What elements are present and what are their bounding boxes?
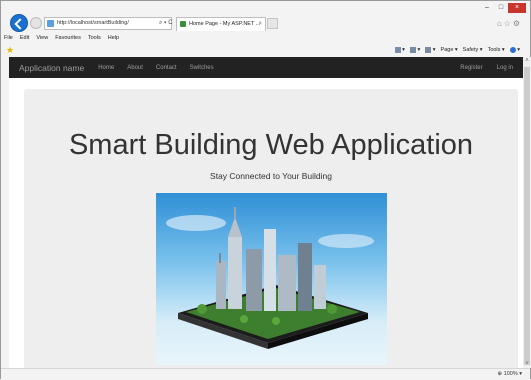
back-button[interactable]	[10, 14, 28, 32]
hero-title: Smart Building Web Application	[68, 129, 474, 161]
nav-home[interactable]: Home	[98, 65, 114, 71]
city-on-tablet-illustration	[166, 207, 374, 349]
nav-login[interactable]: Log in	[497, 65, 513, 71]
menu-favourites[interactable]: Favourites	[55, 35, 81, 44]
vertical-scrollbar[interactable]: ˄ ˅	[523, 57, 531, 368]
command-bar: ★ ▾ ▾ ▾ Page ▾ Safety ▾ Tools ▾ ▾	[1, 44, 530, 57]
help-command[interactable]: ▾	[509, 46, 520, 55]
nav-right: Register Log in	[446, 57, 513, 78]
status-bar: ⊕ 100% ▾	[1, 368, 530, 380]
address-bar[interactable]: http://localhost/smartBuilding/	[44, 17, 172, 30]
brand-link[interactable]: Application name	[19, 63, 84, 73]
home-command[interactable]: ▾	[394, 46, 405, 55]
safety-menu[interactable]: Safety ▾	[463, 46, 483, 55]
nav-register[interactable]: Register	[460, 65, 482, 71]
menu-tools[interactable]: Tools	[88, 35, 101, 44]
forward-button[interactable]	[30, 17, 42, 29]
menu-help[interactable]: Help	[108, 35, 119, 44]
maximize-button[interactable]: □	[494, 3, 508, 13]
page-viewport: Application name Home About Contact Swit…	[9, 57, 523, 368]
scroll-up-icon[interactable]: ˄	[523, 57, 531, 65]
close-button[interactable]: ×	[508, 3, 526, 13]
print-command[interactable]: ▾	[425, 46, 436, 55]
home-favorites-settings-icons[interactable]: ⌂☆⚙	[497, 19, 522, 28]
nav-about[interactable]: About	[127, 65, 143, 71]
nav-switches[interactable]: Switches	[190, 65, 214, 71]
smart-building-image	[156, 193, 387, 365]
address-url: http://localhost/smartBuilding/	[57, 20, 129, 26]
scroll-down-icon[interactable]: ˅	[523, 360, 531, 368]
command-items: ▾ ▾ ▾ Page ▾ Safety ▾ Tools ▾ ▾	[390, 46, 520, 55]
title-bar: http://localhost/smartBuilding/ ⌕ ▾ C Ho…	[1, 1, 530, 37]
site-navbar: Application name Home About Contact Swit…	[9, 57, 523, 78]
hero-subtitle: Stay Connected to Your Building	[210, 171, 332, 181]
scroll-thumb[interactable]	[524, 67, 530, 365]
jumbotron: Smart Building Web Application Stay Conn…	[24, 89, 518, 368]
tab-home-page[interactable]: Home Page - My ASP.NET ... ×	[176, 17, 266, 31]
feeds-command[interactable]: ▾	[409, 46, 421, 55]
minimize-button[interactable]: –	[480, 3, 494, 13]
nav-contact[interactable]: Contact	[156, 65, 177, 71]
home-command-arrow: ▾	[402, 47, 405, 53]
zoom-control[interactable]: ⊕ 100% ▾	[498, 371, 523, 377]
new-tab-button[interactable]	[267, 18, 278, 29]
menu-edit[interactable]: Edit	[20, 35, 29, 44]
menu-view[interactable]: View	[36, 35, 48, 44]
tab-favicon-icon	[180, 21, 186, 27]
favorites-star-icon[interactable]: ★	[6, 45, 14, 55]
print-icon	[425, 46, 432, 53]
help-icon	[509, 46, 516, 53]
page-menu[interactable]: Page ▾	[441, 46, 458, 55]
feeds-command-arrow: ▾	[417, 47, 421, 53]
address-tools[interactable]: ⌕ ▾ C	[159, 17, 173, 30]
tab-close-icon[interactable]: ×	[258, 18, 262, 31]
feeds-icon	[409, 46, 416, 53]
page-icon	[47, 20, 54, 27]
print-command-arrow: ▾	[432, 47, 436, 53]
menu-bar: File Edit View Favourites Tools Help	[4, 35, 126, 44]
browser-window: http://localhost/smartBuilding/ ⌕ ▾ C Ho…	[0, 0, 531, 380]
home-icon	[394, 46, 401, 53]
help-command-arrow: ▾	[517, 47, 520, 53]
menu-file[interactable]: File	[4, 35, 13, 44]
window-controls: – □ ×	[480, 3, 526, 13]
tools-menu[interactable]: Tools ▾	[488, 46, 505, 55]
tab-title: Home Page - My ASP.NET ...	[189, 21, 261, 27]
